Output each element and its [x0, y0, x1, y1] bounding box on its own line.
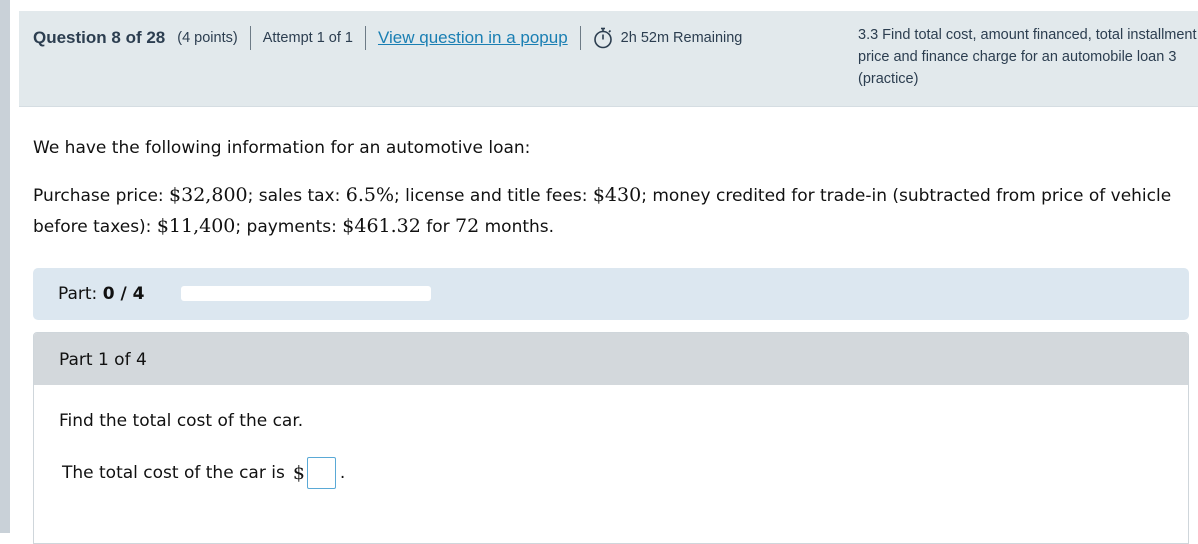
answer-label: The total cost of the car is: [62, 463, 285, 483]
problem-details: Purchase price: $32,800; sales tax: 6.5%…: [33, 180, 1173, 242]
divider: [364, 26, 366, 50]
for-label: for: [420, 217, 456, 237]
part-prompt: Find the total cost of the car.: [59, 411, 304, 431]
months-value: 72: [455, 215, 480, 237]
fees-value: $430: [592, 184, 642, 206]
currency-symbol: $: [292, 462, 305, 484]
part-panel: Part 1 of 4 Find the total cost of the c…: [33, 332, 1189, 544]
purchase-price-label: Purchase price:: [33, 186, 170, 206]
time-remaining: 2h 52m Remaining: [620, 30, 743, 46]
total-cost-input[interactable]: [306, 457, 336, 489]
question-header: Question 8 of 28 (4 points) Attempt 1 of…: [19, 11, 1198, 107]
payment-value: $461.32: [342, 215, 421, 237]
left-rail: [0, 0, 10, 533]
purchase-price-value: $32,800: [169, 184, 248, 206]
part-progress-bar: Part: 0 / 4: [33, 268, 1189, 320]
part-progress-value: 0 / 4: [102, 284, 145, 304]
question-points: (4 points): [177, 30, 238, 46]
header-row: Question 8 of 28 (4 points) Attempt 1 of…: [33, 25, 742, 51]
objective-title: 3.3 Find total cost, amount financed, to…: [858, 27, 1197, 87]
answer-period: .: [339, 463, 346, 483]
part-label-text: Part:: [58, 284, 98, 304]
divider: [579, 26, 581, 50]
view-popup-link[interactable]: View question in a popup: [378, 28, 568, 48]
months-label: months.: [479, 217, 555, 237]
tradein-value: $11,400: [156, 215, 236, 237]
divider: [249, 26, 251, 50]
fees-label: ; license and title fees:: [394, 186, 593, 206]
stopwatch-icon: [593, 27, 613, 49]
payments-label: ; payments:: [235, 217, 343, 237]
answer-row: The total cost of the car is $ .: [62, 457, 345, 489]
problem-intro: We have the following information for an…: [33, 138, 531, 158]
sales-tax-label: ; sales tax:: [247, 186, 346, 206]
part-title: Part 1 of 4: [59, 350, 147, 370]
part-header: Part 1 of 4: [34, 333, 1188, 385]
question-number: Question 8 of 28: [33, 28, 166, 47]
attempt-count: Attempt 1 of 1: [262, 30, 353, 46]
part-progress-label: Part: 0 / 4: [58, 284, 144, 304]
progress-track: [181, 286, 431, 301]
sales-tax-value: 6.5%: [345, 184, 395, 206]
